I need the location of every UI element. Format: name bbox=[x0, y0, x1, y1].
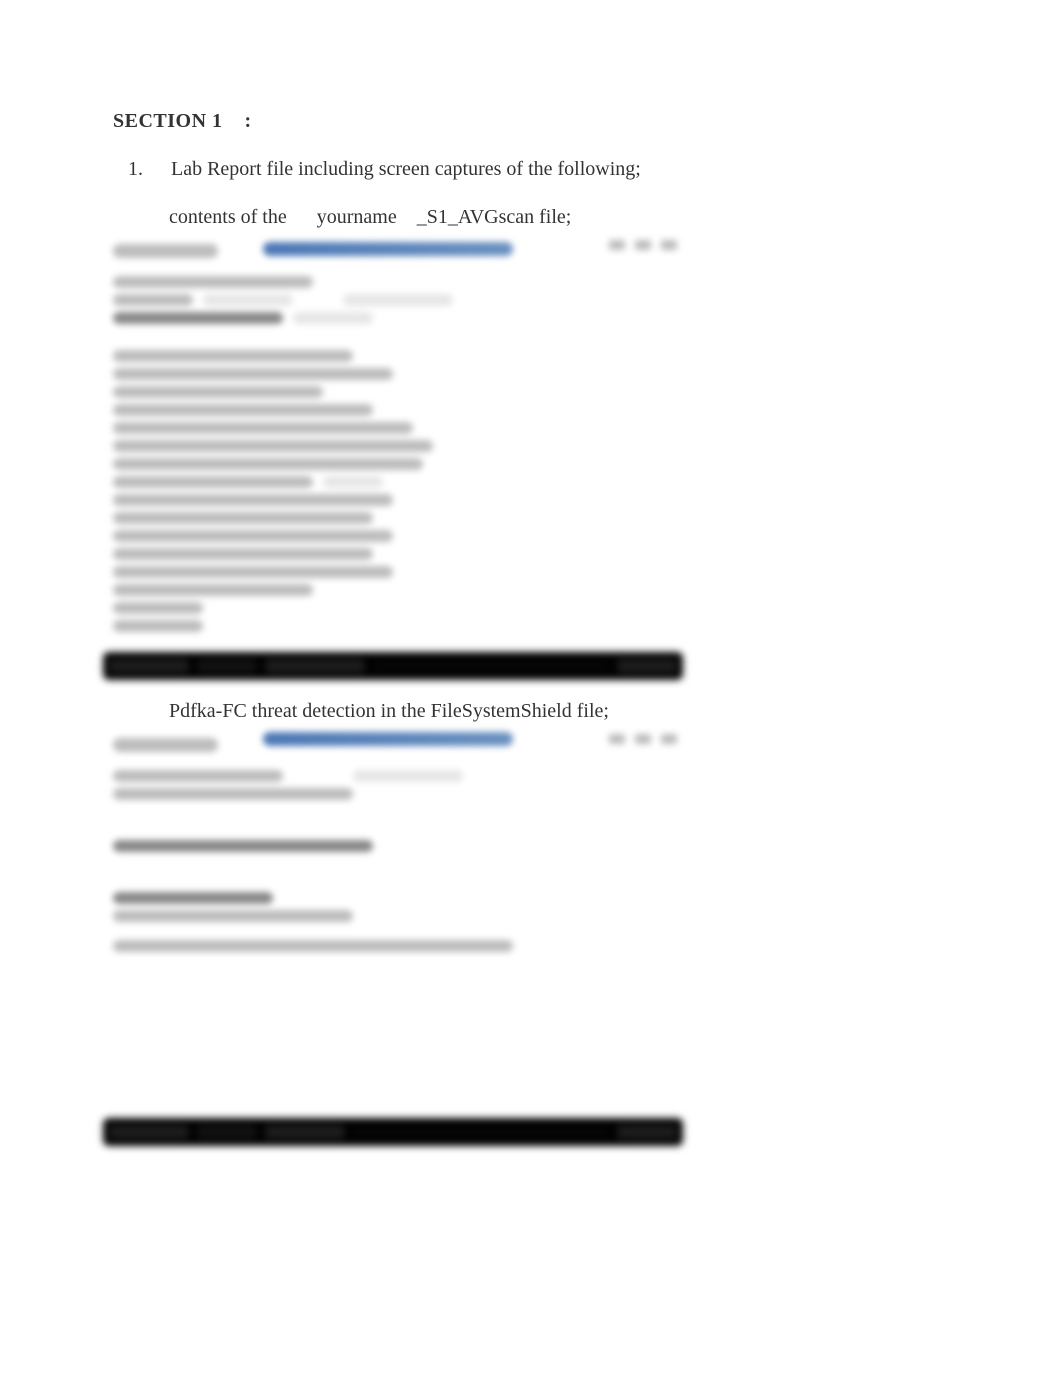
ordered-list: 1. Lab Report file including screen capt… bbox=[113, 156, 949, 182]
titlebar-highlight bbox=[263, 732, 513, 746]
document-page: SECTION 1 : 1. Lab Report file including… bbox=[0, 0, 1062, 1377]
screenshot-content bbox=[103, 236, 683, 640]
item-text: Lab Report file including screen capture… bbox=[171, 156, 641, 182]
bullet1-emphasis: yourname bbox=[317, 206, 397, 228]
screenshot-taskbar bbox=[103, 1118, 683, 1146]
titlebar-highlight bbox=[263, 242, 513, 256]
bullet-list-item: contents of the yourname _S1_AVGscan fil… bbox=[119, 204, 949, 230]
bullet-list-item: Pdfka-FC threat detection in the FileSys… bbox=[119, 698, 949, 724]
screenshot-content bbox=[103, 730, 683, 1106]
bullet-list: contents of the yourname _S1_AVGscan fil… bbox=[113, 204, 949, 230]
screenshot-taskbar bbox=[103, 652, 683, 680]
blur-line bbox=[113, 738, 218, 752]
window-controls bbox=[609, 240, 677, 250]
bullet1-prefix: contents of the bbox=[169, 206, 292, 228]
ordered-list-item: 1. Lab Report file including screen capt… bbox=[119, 156, 949, 182]
blur-line bbox=[113, 244, 218, 258]
screenshot-filesystemshield bbox=[103, 730, 683, 1146]
bullet-text: Pdfka-FC threat detection in the FileSys… bbox=[169, 698, 609, 724]
item-number: 1. bbox=[119, 156, 143, 182]
window-controls bbox=[609, 734, 677, 744]
screenshot-avgscan bbox=[103, 236, 683, 680]
bullet-text: contents of the yourname _S1_AVGscan fil… bbox=[169, 204, 571, 230]
bullet-list: Pdfka-FC threat detection in the FileSys… bbox=[113, 698, 949, 724]
bullet1-suffix: _S1_AVGscan file; bbox=[417, 206, 572, 228]
section-heading: SECTION 1 : bbox=[113, 108, 949, 134]
